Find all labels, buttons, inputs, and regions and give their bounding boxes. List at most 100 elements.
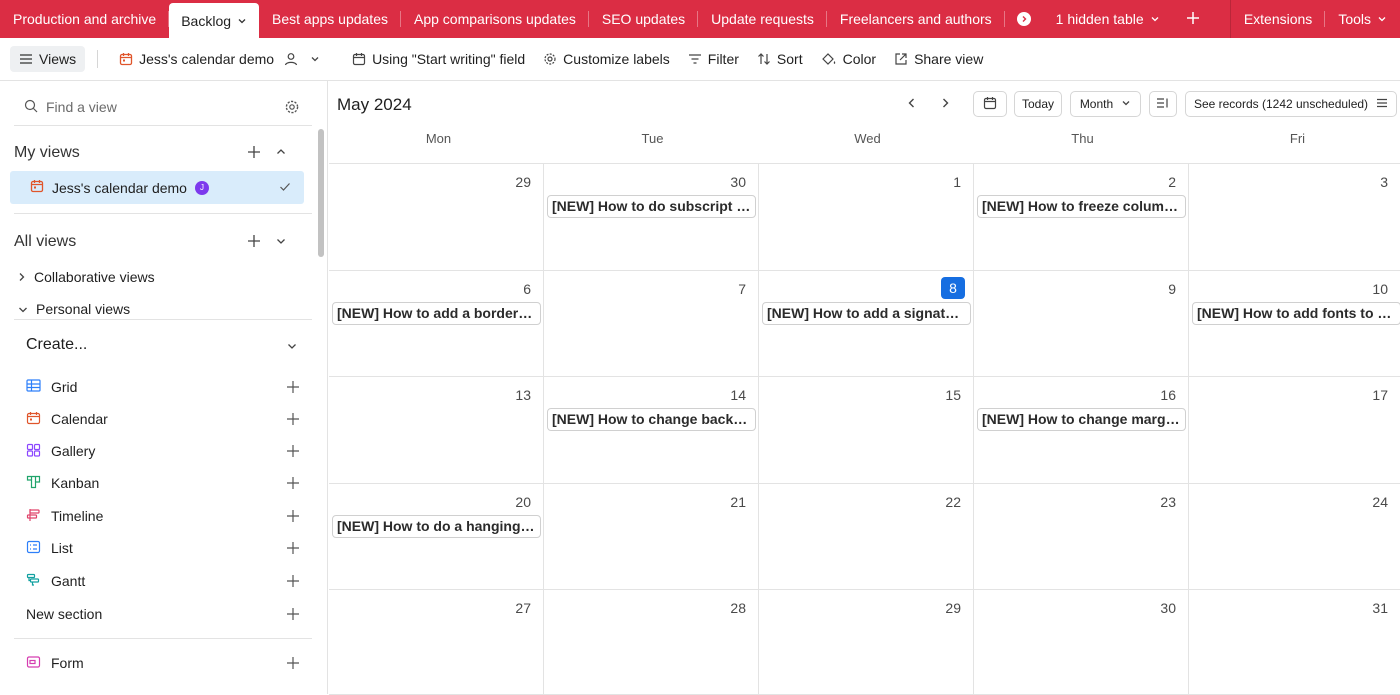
calendar-day-cell[interactable]: 20 [NEW] How to do a hanging i...	[329, 484, 544, 590]
chevron-left-icon[interactable]	[906, 97, 918, 112]
calendar-day-cell[interactable]: 1	[759, 164, 974, 271]
add-table-button[interactable]	[1173, 0, 1213, 38]
create-calendar-view[interactable]: Calendar	[26, 406, 300, 432]
calendar-event[interactable]: [NEW] How to add a signatur...	[762, 302, 971, 325]
calendar-day-cell[interactable]: 24	[1189, 484, 1400, 590]
chevron-down-icon[interactable]	[237, 16, 247, 26]
calendar-day-cell[interactable]: 22	[759, 484, 974, 590]
calendar-outline-icon	[983, 96, 997, 113]
create-item-label: Kanban	[51, 475, 100, 491]
day-number: 30	[1160, 600, 1176, 616]
calendar-day-cell[interactable]: 28	[544, 590, 759, 695]
customize-labels-button[interactable]: Customize labels	[534, 46, 679, 72]
tab-seo-updates[interactable]: SEO updates	[589, 0, 699, 38]
create-item-label: Grid	[51, 379, 78, 395]
chevron-up-icon[interactable]	[275, 146, 287, 161]
customize-labels-label: Customize labels	[563, 51, 670, 67]
chevron-down-icon[interactable]	[286, 340, 298, 355]
create-new-section[interactable]: New section	[26, 601, 300, 627]
create-timeline-view[interactable]: Timeline	[26, 503, 300, 529]
calendar-day-cell[interactable]: 6 [NEW] How to add a border i...	[329, 271, 544, 377]
calendar-event[interactable]: [NEW] How to freeze column...	[977, 195, 1186, 218]
more-tables-button[interactable]	[1005, 0, 1043, 38]
sort-button[interactable]: Sort	[748, 46, 812, 72]
search-icon	[24, 99, 38, 116]
current-view-name: Jess's calendar demo	[139, 51, 275, 67]
day-number: 17	[1372, 387, 1388, 403]
see-records-button[interactable]: See records (1242 unscheduled)	[1185, 91, 1397, 117]
day-number: 6	[523, 281, 531, 297]
create-gallery-view[interactable]: Gallery	[26, 438, 300, 464]
tab-backlog[interactable]: Backlog	[169, 3, 260, 38]
calendar-day-cell[interactable]: 31	[1189, 590, 1400, 695]
calendar-day-cell[interactable]: 29	[329, 164, 544, 271]
list-icon	[26, 540, 41, 557]
calendar-event[interactable]: [NEW] How to change backgr...	[547, 408, 756, 431]
share-view-button[interactable]: Share view	[885, 46, 992, 72]
tab-production-and-archive[interactable]: Production and archive	[0, 0, 170, 38]
calendar-event[interactable]: [NEW] How to do subscript in...	[547, 195, 756, 218]
find-view-input[interactable]: Find a view	[14, 93, 304, 121]
tab-best-apps-updates[interactable]: Best apps updates	[259, 0, 401, 38]
create-form-view[interactable]: Form	[26, 650, 300, 676]
calendar-day-cell[interactable]: 27	[329, 590, 544, 695]
day-number: 20	[515, 494, 531, 510]
weekday-header: Mon	[425, 131, 452, 146]
calendar-day-cell[interactable]: 17	[1189, 377, 1400, 484]
sidebar-scrollbar[interactable]	[318, 129, 324, 257]
calendar-day-cell[interactable]: 30	[974, 590, 1189, 695]
personal-views-group[interactable]: Personal views	[18, 301, 130, 317]
extensions-label: Extensions	[1243, 11, 1313, 27]
chevron-down-icon[interactable]	[275, 235, 287, 250]
calendar-event[interactable]: [NEW] How to change margin...	[977, 408, 1186, 431]
date-field-button[interactable]: Using "Start writing" field	[343, 46, 534, 72]
tab-freelancers-and-authors[interactable]: Freelancers and authors	[827, 0, 1005, 38]
calendar-settings-button[interactable]	[1149, 91, 1177, 117]
calendar-day-cell[interactable]: 10 [NEW] How to add fonts to G...	[1189, 271, 1400, 377]
calendar-day-cell[interactable]: 30 [NEW] How to do subscript in...	[544, 164, 759, 271]
calendar-range-label: Month	[1079, 97, 1114, 111]
calendar-day-cell[interactable]: 23	[974, 484, 1189, 590]
hidden-tables-button[interactable]: 1 hidden table	[1043, 0, 1173, 38]
calendar-day-cell[interactable]: 15	[759, 377, 974, 484]
extensions-button[interactable]: Extensions	[1231, 0, 1326, 38]
create-gantt-view[interactable]: Gantt	[26, 568, 300, 594]
my-views-title: My views	[14, 144, 80, 161]
calendar-day-cell[interactable]: 8 [NEW] How to add a signatur...	[759, 271, 974, 377]
create-kanban-view[interactable]: Kanban	[26, 470, 300, 496]
today-button[interactable]: Today	[1014, 91, 1062, 117]
sidebar-view-jess-calendar-demo[interactable]: Jess's calendar demo J	[10, 171, 304, 204]
calendar-day-cell[interactable]: 7	[544, 271, 759, 377]
gear-icon[interactable]	[284, 99, 300, 118]
calendar-range-select[interactable]: Month	[1070, 91, 1141, 117]
collaborative-views-group[interactable]: Collaborative views	[18, 269, 155, 285]
color-button[interactable]: Color	[812, 46, 885, 72]
calendar-event[interactable]: [NEW] How to add a border i...	[332, 302, 541, 325]
calendar-day-cell[interactable]: 21	[544, 484, 759, 590]
tab-app-comparisons-updates[interactable]: App comparisons updates	[401, 0, 589, 38]
filter-button[interactable]: Filter	[679, 46, 748, 72]
calendar-day-cell[interactable]: 29	[759, 590, 974, 695]
tools-button[interactable]: Tools	[1325, 0, 1400, 38]
views-toggle-button[interactable]: Views	[10, 46, 86, 72]
calendar-day-cell[interactable]: 13	[329, 377, 544, 484]
calendar-day-cell[interactable]: 14 [NEW] How to change backgr...	[544, 377, 759, 484]
plus-icon	[286, 607, 300, 624]
plus-icon[interactable]	[247, 234, 261, 251]
tab-update-requests[interactable]: Update requests	[698, 0, 827, 38]
hamburger-icon	[1376, 97, 1388, 111]
date-picker-button[interactable]	[973, 91, 1007, 117]
create-list-view[interactable]: List	[26, 535, 300, 561]
create-item-label: Gantt	[51, 573, 86, 589]
calendar-event[interactable]: [NEW] How to add fonts to G...	[1192, 302, 1400, 325]
create-grid-view[interactable]: Grid	[26, 374, 300, 400]
calendar-event[interactable]: [NEW] How to do a hanging i...	[332, 515, 541, 538]
calendar-day-cell[interactable]: 9	[974, 271, 1189, 377]
plus-icon[interactable]	[247, 145, 261, 162]
calendar-day-cell[interactable]: 2 [NEW] How to freeze column...	[974, 164, 1189, 271]
calendar-day-cell[interactable]: 3	[1189, 164, 1400, 271]
table-tab-bar: Production and archive Backlog Best apps…	[0, 0, 1400, 38]
calendar-day-cell[interactable]: 16 [NEW] How to change margin...	[974, 377, 1189, 484]
chevron-right-icon[interactable]	[939, 97, 951, 112]
current-view-button[interactable]: Jess's calendar demo	[110, 46, 329, 72]
